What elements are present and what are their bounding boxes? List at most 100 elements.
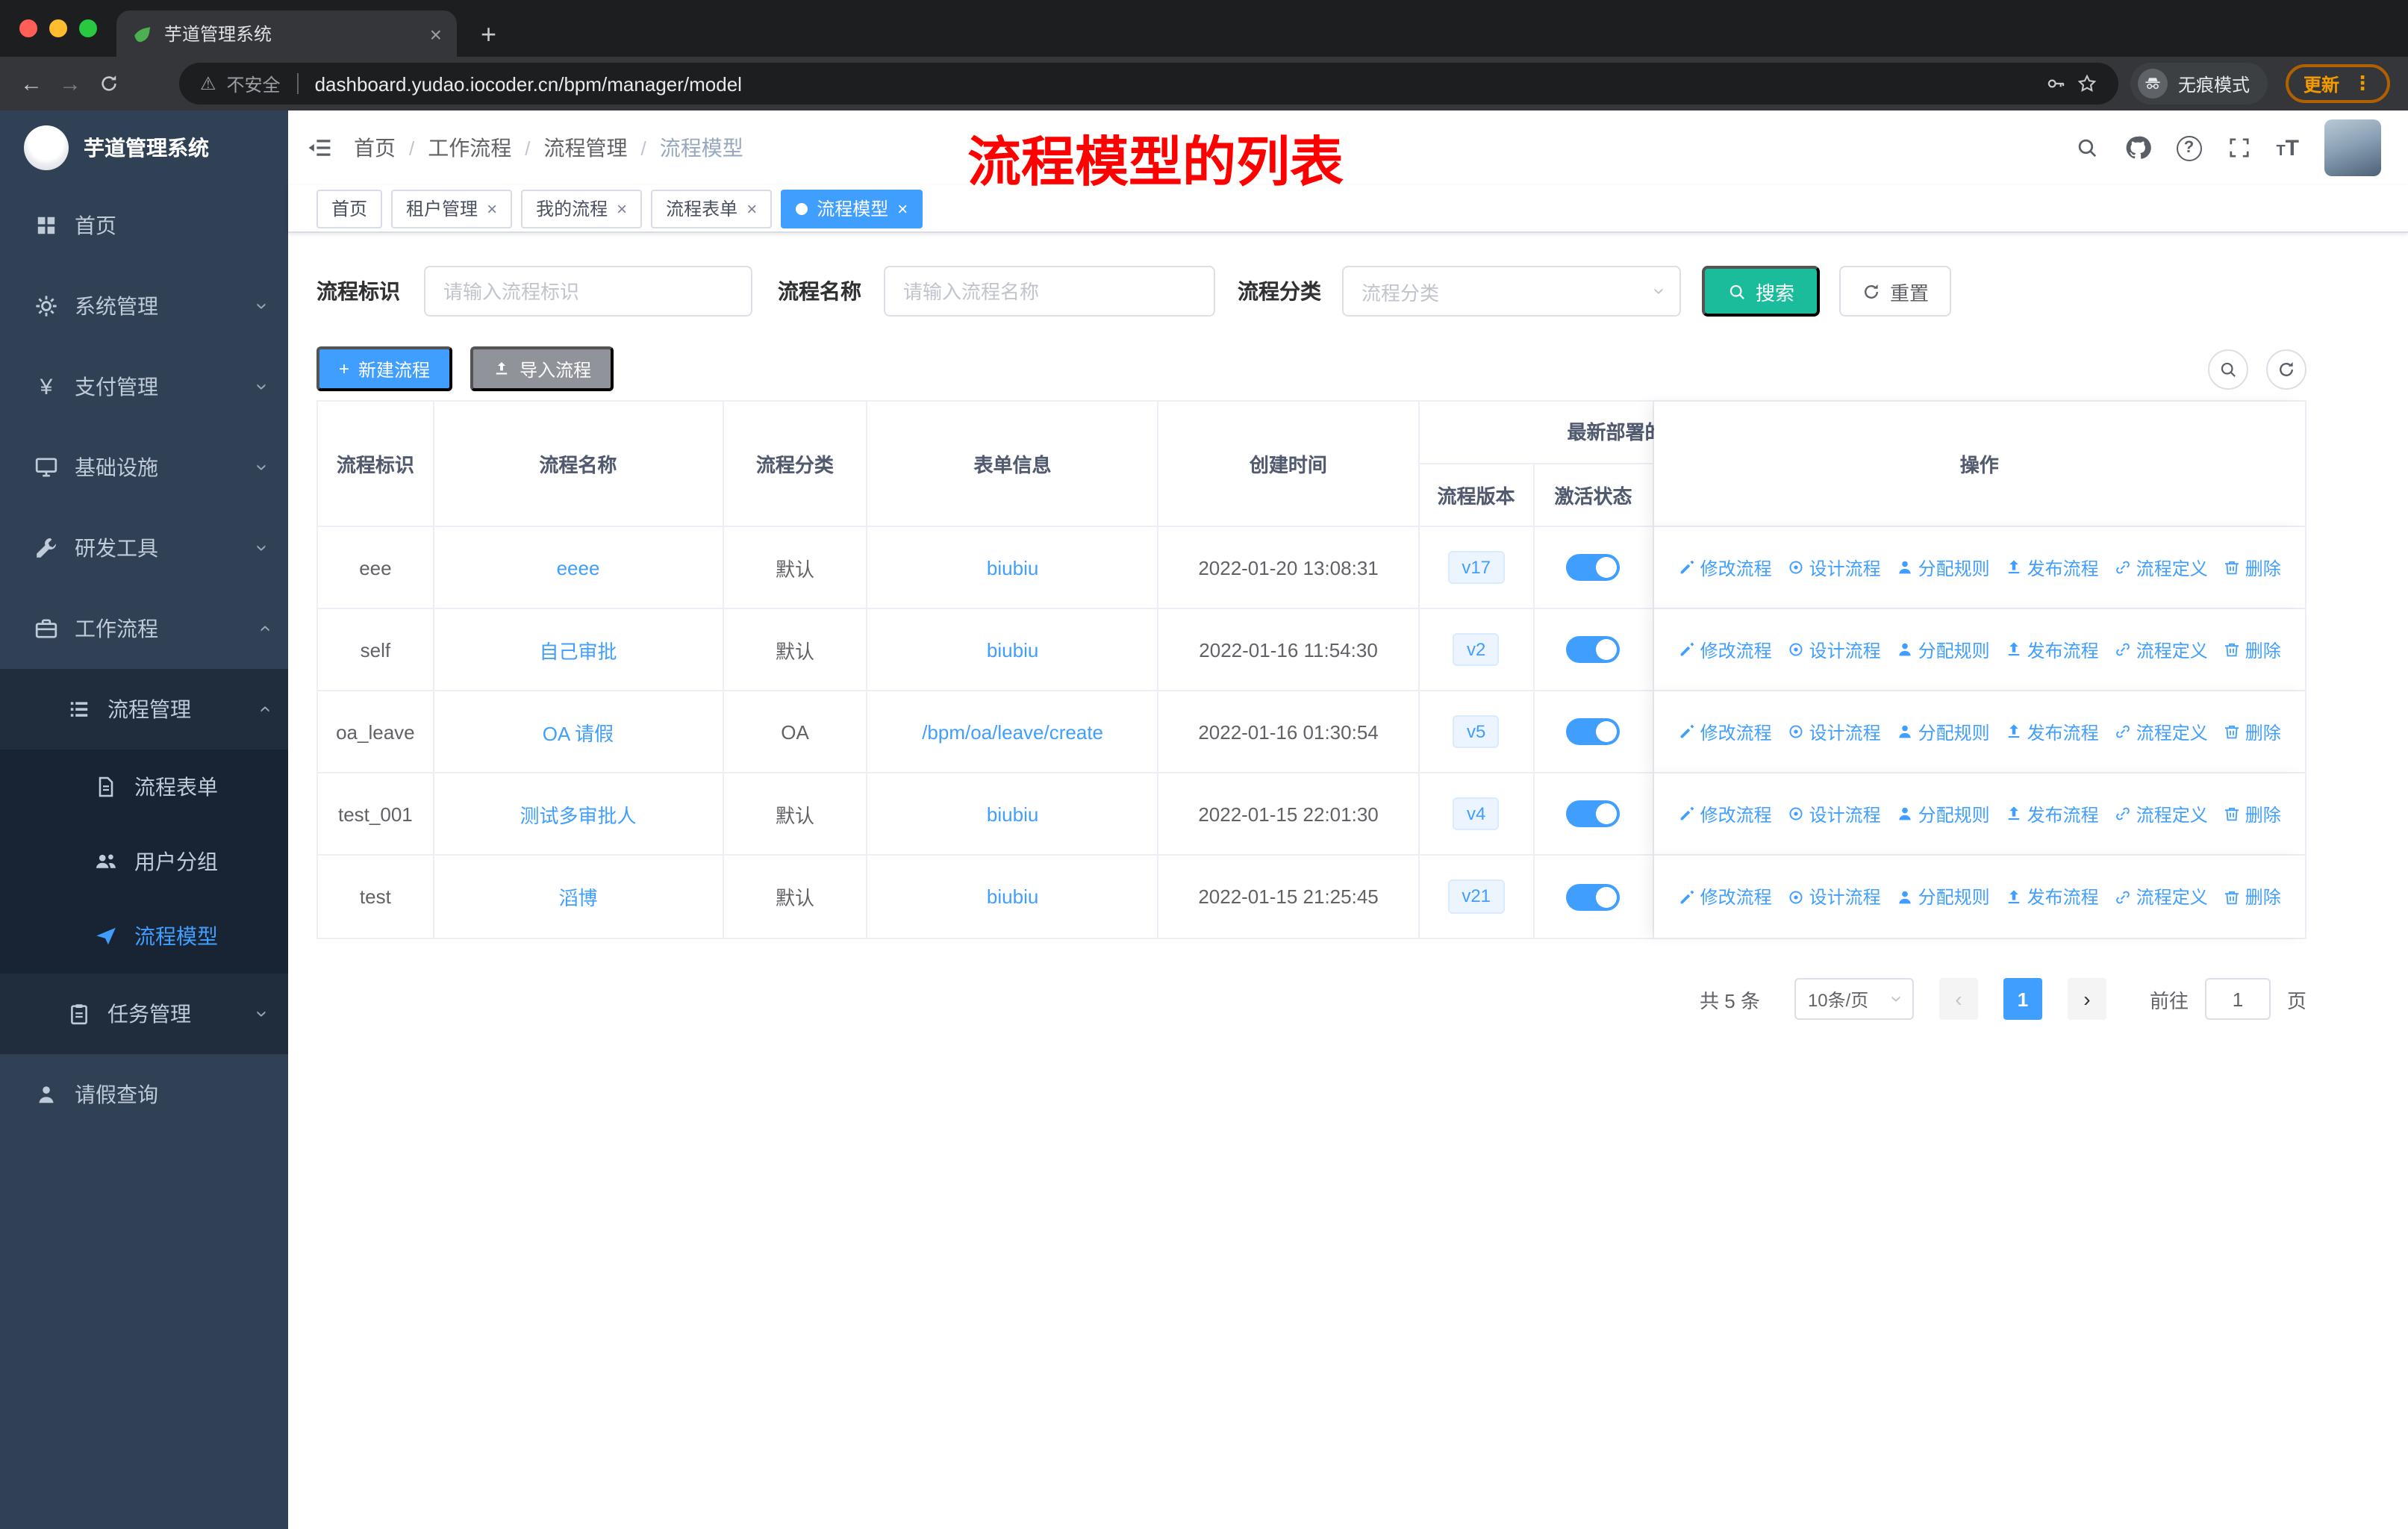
action-process-definition[interactable]: 流程定义 xyxy=(2114,555,2208,580)
active-toggle[interactable] xyxy=(1566,554,1621,581)
sidebar-item-workflow[interactable]: 工作流程 › xyxy=(0,588,288,669)
page-size-select[interactable]: 10条/页 › xyxy=(1794,978,1914,1020)
tag-process-form[interactable]: 流程表单 × xyxy=(651,189,773,228)
search-button[interactable]: 搜索 xyxy=(1702,266,1821,317)
process-name-link[interactable]: OA 请假 xyxy=(543,717,614,746)
action-edit-process[interactable]: 修改流程 xyxy=(1678,801,1772,826)
close-icon[interactable]: × xyxy=(487,199,497,217)
import-process-button[interactable]: 导入流程 xyxy=(470,346,614,391)
close-icon[interactable]: × xyxy=(746,199,757,217)
action-edit-process[interactable]: 修改流程 xyxy=(1678,637,1772,662)
form-info-link[interactable]: biubiu xyxy=(987,803,1038,825)
process-name-link[interactable]: 测试多审批人 xyxy=(520,800,636,828)
close-icon[interactable]: × xyxy=(897,199,908,217)
action-delete-process[interactable]: 删除 xyxy=(2223,801,2281,826)
minimize-window-button[interactable] xyxy=(49,19,67,37)
fullscreen-icon[interactable] xyxy=(2227,136,2251,160)
process-id-input[interactable] xyxy=(424,266,752,317)
action-assign-rule[interactable]: 分配规则 xyxy=(1896,884,1990,909)
sidebar-item-leave-query[interactable]: 请假查询 xyxy=(0,1054,288,1135)
active-toggle[interactable] xyxy=(1566,883,1621,910)
next-page-button[interactable]: › xyxy=(2067,978,2106,1020)
sidebar-item-infrastructure[interactable]: 基础设施 › xyxy=(0,427,288,508)
action-process-definition[interactable]: 流程定义 xyxy=(2114,637,2208,662)
incognito-badge[interactable]: 无痕模式 xyxy=(2130,63,2268,105)
tag-tenant-management[interactable]: 租户管理 × xyxy=(391,189,513,228)
collapse-sidebar-icon[interactable] xyxy=(306,134,333,161)
prev-page-button[interactable]: ‹ xyxy=(1938,978,1978,1020)
close-icon[interactable]: × xyxy=(617,199,627,217)
github-icon[interactable] xyxy=(2124,134,2150,161)
action-assign-rule[interactable]: 分配规则 xyxy=(1896,555,1990,580)
action-process-definition[interactable]: 流程定义 xyxy=(2114,801,2208,826)
breadcrumb-process-management[interactable]: 流程管理 xyxy=(544,133,628,163)
sidebar-item-payment[interactable]: ¥ 支付管理 › xyxy=(0,346,288,427)
process-name-input[interactable] xyxy=(884,266,1215,317)
goto-page-input[interactable] xyxy=(2204,978,2271,1020)
current-page[interactable]: 1 xyxy=(2003,978,2042,1020)
reload-button[interactable] xyxy=(90,73,128,94)
form-info-link[interactable]: biubiu xyxy=(987,638,1038,661)
action-design-process[interactable]: 设计流程 xyxy=(1787,555,1881,580)
action-design-process[interactable]: 设计流程 xyxy=(1787,801,1881,826)
security-warning-icon[interactable]: ⚠ xyxy=(200,73,216,94)
sidebar-item-home[interactable]: 首页 xyxy=(0,185,288,266)
browser-menu-icon[interactable]: ⋮ xyxy=(2353,72,2372,96)
sidebar-item-process-form[interactable]: 流程表单 xyxy=(0,750,288,824)
sidebar-item-user-group[interactable]: 用户分组 xyxy=(0,824,288,899)
back-button[interactable]: ← xyxy=(12,71,51,96)
user-avatar[interactable] xyxy=(2324,119,2381,176)
bookmark-star-icon[interactable] xyxy=(2077,73,2097,94)
form-info-link[interactable]: biubiu xyxy=(987,556,1038,579)
create-process-button[interactable]: + 新建流程 xyxy=(316,346,453,391)
action-assign-rule[interactable]: 分配规则 xyxy=(1896,801,1990,826)
sidebar-item-process-model[interactable]: 流程模型 xyxy=(0,899,288,974)
action-delete-process[interactable]: 删除 xyxy=(2223,555,2281,580)
active-toggle[interactable] xyxy=(1566,718,1621,745)
action-publish-process[interactable]: 发布流程 xyxy=(2005,801,2099,826)
action-process-definition[interactable]: 流程定义 xyxy=(2114,884,2208,909)
search-icon[interactable] xyxy=(2074,136,2098,160)
font-size-icon[interactable]: TT xyxy=(2276,137,2299,159)
action-delete-process[interactable]: 删除 xyxy=(2223,884,2281,909)
breadcrumb-workflow[interactable]: 工作流程 xyxy=(428,133,511,163)
breadcrumb-home[interactable]: 首页 xyxy=(354,133,396,163)
action-design-process[interactable]: 设计流程 xyxy=(1787,719,1881,744)
action-publish-process[interactable]: 发布流程 xyxy=(2005,637,2099,662)
action-delete-process[interactable]: 删除 xyxy=(2223,637,2281,662)
new-tab-button[interactable]: + xyxy=(481,21,496,48)
tag-my-process[interactable]: 我的流程 × xyxy=(521,189,643,228)
maximize-window-button[interactable] xyxy=(79,19,97,37)
browser-update-button[interactable]: 更新 ⋮ xyxy=(2285,64,2390,103)
action-design-process[interactable]: 设计流程 xyxy=(1787,884,1881,909)
form-info-link[interactable]: /bpm/oa/leave/create xyxy=(922,720,1103,743)
action-edit-process[interactable]: 修改流程 xyxy=(1678,555,1772,580)
action-publish-process[interactable]: 发布流程 xyxy=(2005,555,2099,580)
process-name-link[interactable]: eeee xyxy=(557,556,600,579)
show-search-icon-button[interactable] xyxy=(2208,349,2248,389)
url-field[interactable]: ⚠ 不安全 dashboard.yudao.iocoder.cn/bpm/man… xyxy=(179,63,2118,105)
form-info-link[interactable]: biubiu xyxy=(987,885,1038,908)
close-tab-icon[interactable]: × xyxy=(430,23,442,44)
sidebar-item-process-management[interactable]: 流程管理 › xyxy=(0,669,288,750)
tag-process-model[interactable]: 流程模型 × xyxy=(781,189,923,228)
action-process-definition[interactable]: 流程定义 xyxy=(2114,719,2208,744)
action-publish-process[interactable]: 发布流程 xyxy=(2005,884,2099,909)
action-delete-process[interactable]: 删除 xyxy=(2223,719,2281,744)
close-window-button[interactable] xyxy=(19,19,37,37)
action-edit-process[interactable]: 修改流程 xyxy=(1678,884,1772,909)
help-icon[interactable]: ? xyxy=(2176,135,2202,161)
sidebar-item-task-management[interactable]: 任务管理 › xyxy=(0,974,288,1054)
sidebar-item-devtools[interactable]: 研发工具 › xyxy=(0,508,288,588)
browser-tab[interactable]: 芋道管理系统 × xyxy=(116,10,457,57)
action-design-process[interactable]: 设计流程 xyxy=(1787,637,1881,662)
refresh-table-button[interactable] xyxy=(2266,349,2306,389)
active-toggle[interactable] xyxy=(1566,636,1621,663)
process-name-link[interactable]: 自己审批 xyxy=(539,635,617,664)
action-edit-process[interactable]: 修改流程 xyxy=(1678,719,1772,744)
forward-button[interactable]: → xyxy=(51,71,90,96)
process-category-select[interactable]: 流程分类 › xyxy=(1342,266,1681,317)
tag-home[interactable]: 首页 xyxy=(316,189,383,228)
active-toggle[interactable] xyxy=(1566,800,1621,827)
action-publish-process[interactable]: 发布流程 xyxy=(2005,719,2099,744)
